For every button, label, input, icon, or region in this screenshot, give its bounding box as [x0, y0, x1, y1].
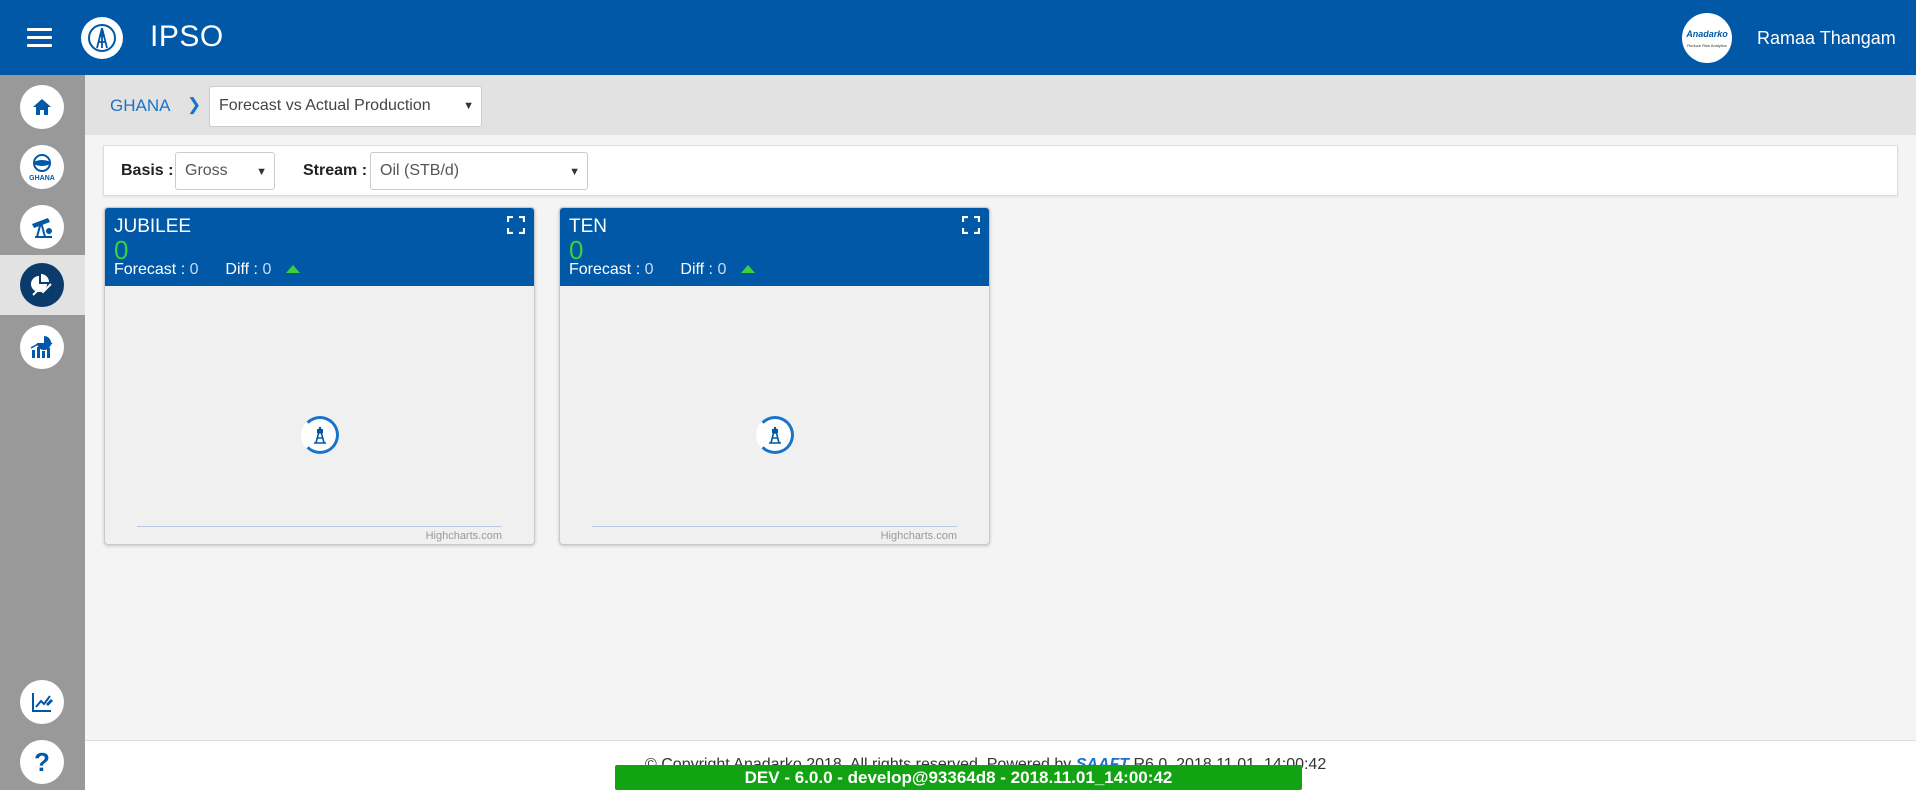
avatar[interactable]: Anadarko Reduce Risk Analytics [1682, 13, 1732, 63]
data-edit-icon [32, 693, 53, 712]
avatar-brand-logo: Anadarko [1686, 28, 1728, 39]
derrick-icon [313, 426, 326, 444]
sidebar: GHANA ? [0, 75, 85, 790]
trend-up-icon [285, 265, 300, 273]
basis-select[interactable]: Gross ▼ [175, 152, 275, 190]
breadcrumb-ghana-link[interactable]: GHANA [110, 96, 170, 116]
forecast-label: Forecast : [569, 261, 645, 278]
filter-bar: Basis : Gross ▼ Stream : Oil (STB/d) ▼ [103, 145, 1898, 196]
user-name[interactable]: Ramaa Thangam [1757, 28, 1896, 49]
chart-axis-line [592, 526, 957, 527]
field-card-jubilee: JUBILEE 0 Forecast : 0 Diff : 0 Highchar… [104, 207, 535, 545]
diff-label: Diff : [680, 261, 718, 278]
diff-label: Diff : [225, 261, 263, 278]
sidebar-item-analytics[interactable] [20, 325, 64, 369]
forecast-chart-icon [31, 274, 52, 296]
forecast-value: 0 [644, 261, 654, 278]
card-meta: Forecast : 0 Diff : 0 [114, 261, 300, 279]
breadcrumb: GHANA ❯ Forecast vs Actual Production ▼ [85, 75, 1916, 135]
stream-label: Stream : [303, 162, 368, 179]
app-title: IPSO [150, 20, 224, 53]
sidebar-item-data-edit[interactable] [20, 680, 64, 724]
sidebar-item-wells[interactable] [20, 205, 64, 249]
page-select-value: Forecast vs Actual Production [219, 97, 431, 114]
basis-select-value: Gross [185, 162, 228, 179]
caret-down-icon: ▼ [463, 100, 474, 112]
trend-up-icon [740, 265, 755, 273]
card-meta: Forecast : 0 Diff : 0 [569, 261, 755, 279]
expand-icon[interactable] [962, 216, 980, 234]
dev-environment-banner: DEV - 6.0.0 - develop@93364d8 - 2018.11.… [615, 765, 1302, 790]
forecast-value: 0 [189, 261, 199, 278]
sidebar-item-home[interactable] [20, 85, 64, 129]
chart-axis-line [137, 526, 502, 527]
diff-value: 0 [717, 261, 727, 278]
derrick-icon [768, 426, 781, 444]
ghana-icon: GHANA [29, 154, 55, 182]
sidebar-item-help[interactable]: ? [20, 740, 64, 784]
page-select-dropdown[interactable]: Forecast vs Actual Production ▼ [209, 86, 482, 127]
basis-label: Basis : [121, 162, 174, 179]
loading-spinner [755, 416, 794, 454]
caret-down-icon: ▼ [256, 166, 267, 178]
stream-select[interactable]: Oil (STB/d) ▼ [370, 152, 588, 190]
home-icon [33, 99, 51, 115]
card-header: TEN 0 Forecast : 0 Diff : 0 [560, 208, 989, 286]
pumpjack-icon [32, 218, 52, 238]
avatar-brand-tagline: Reduce Risk Analytics [1687, 42, 1727, 48]
sidebar-ghana-label: GHANA [29, 175, 55, 182]
top-app-bar: IPSO Anadarko Reduce Risk Analytics Rama… [0, 0, 1916, 75]
sidebar-item-forecast-vs-actual[interactable] [20, 263, 64, 307]
chart-credits-link[interactable]: Highcharts.com [881, 530, 957, 542]
chevron-right-icon: ❯ [187, 95, 202, 114]
card-header: JUBILEE 0 Forecast : 0 Diff : 0 [105, 208, 534, 286]
analytics-chart-icon [30, 336, 53, 358]
chart-credits-link[interactable]: Highcharts.com [426, 530, 502, 542]
diff-value: 0 [262, 261, 272, 278]
hamburger-icon[interactable] [27, 28, 52, 48]
help-icon: ? [34, 746, 50, 777]
caret-down-icon: ▼ [569, 166, 580, 178]
forecast-label: Forecast : [114, 261, 190, 278]
sidebar-item-ghana[interactable]: GHANA [20, 145, 64, 189]
derrick-icon[interactable] [81, 17, 123, 59]
expand-icon[interactable] [507, 216, 525, 234]
stream-select-value: Oil (STB/d) [380, 162, 460, 179]
loading-spinner [300, 416, 339, 454]
field-card-ten: TEN 0 Forecast : 0 Diff : 0 Highcharts.c… [559, 207, 990, 545]
